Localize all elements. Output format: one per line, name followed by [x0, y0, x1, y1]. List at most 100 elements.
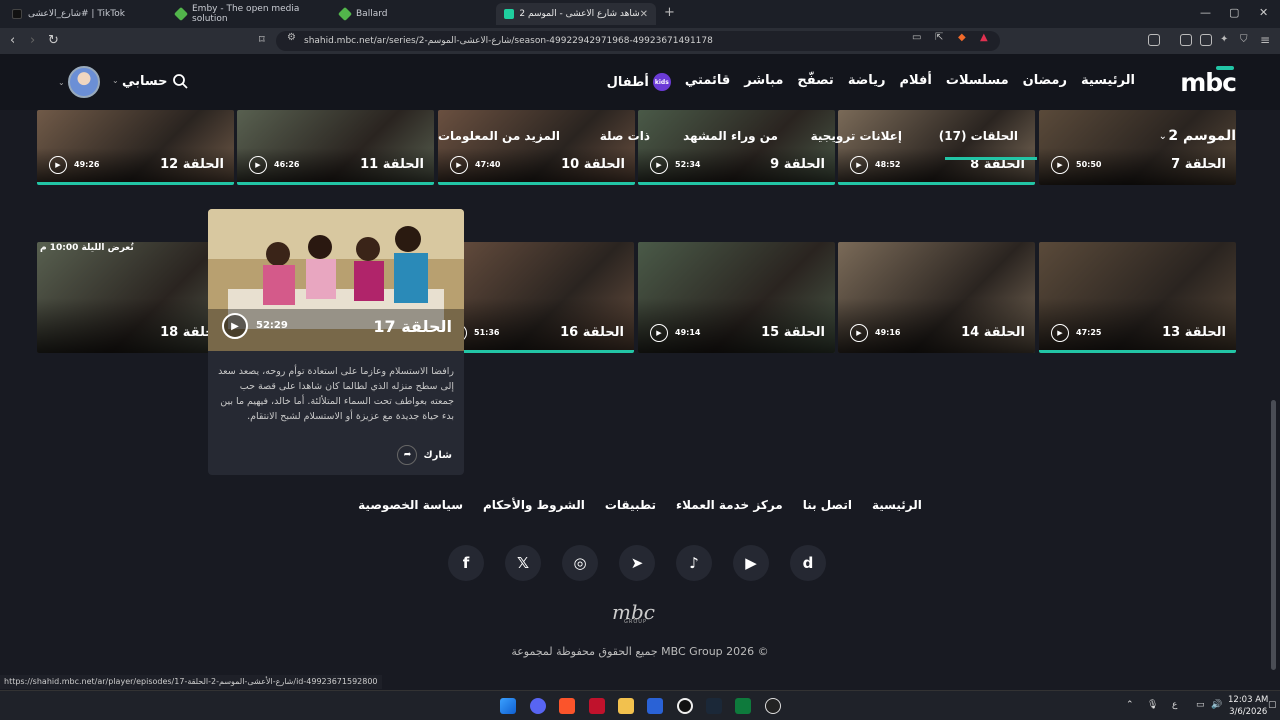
- cast-icon[interactable]: ▭: [912, 32, 921, 43]
- youtube-icon[interactable]: ▶: [733, 545, 769, 581]
- telegram-icon[interactable]: ➤: [619, 545, 655, 581]
- bookmark-icon[interactable]: ⌑: [259, 33, 265, 46]
- play-icon[interactable]: ▶: [850, 156, 868, 174]
- nav-ramadan[interactable]: رمضان: [1023, 73, 1067, 91]
- new-tab-button[interactable]: +: [664, 5, 675, 20]
- steam-icon[interactable]: [706, 698, 722, 714]
- footer-link-terms[interactable]: الشروط والأحكام: [483, 498, 585, 512]
- network-icon[interactable]: ▭: [1196, 700, 1205, 710]
- footer-link-privacy[interactable]: سياسة الخصوصية: [358, 498, 463, 512]
- extension-icon[interactable]: [1148, 34, 1160, 46]
- chevron-down-icon[interactable]: ⌄: [112, 76, 119, 85]
- episode-card[interactable]: الحلقة 12 ▶ 49:26: [37, 110, 234, 185]
- obs-icon[interactable]: [677, 698, 693, 714]
- footer-link-apps[interactable]: تطبيقات: [605, 498, 656, 512]
- facebook-icon[interactable]: f: [448, 545, 484, 581]
- windows-start-icon[interactable]: [500, 698, 516, 714]
- episode-card[interactable]: الحلقة 13 ▶ 47:25: [1039, 242, 1236, 353]
- nav-live[interactable]: مباشر: [744, 73, 783, 91]
- episode-card[interactable]: الحلقة 14 ▶ 49:16: [838, 242, 1035, 353]
- site-info-icon[interactable]: ⚙: [287, 32, 296, 43]
- tray-overflow-icon[interactable]: ⌃: [1126, 700, 1134, 710]
- volume-icon[interactable]: 🔊: [1211, 700, 1222, 710]
- dailymotion-icon[interactable]: d: [790, 545, 826, 581]
- acrobat-icon[interactable]: [589, 698, 605, 714]
- brave-shield-icon[interactable]: ◆: [958, 32, 966, 43]
- tiktok-favicon-icon: [12, 9, 22, 19]
- browser-tab-shahid[interactable]: شاهد شارع الأعشى - الموسم 2 | C ✕: [496, 3, 656, 25]
- close-tab-icon[interactable]: ✕: [640, 9, 648, 20]
- page-scrollbar[interactable]: [1271, 400, 1276, 670]
- avatar[interactable]: [68, 66, 100, 98]
- play-icon[interactable]: ▶: [1051, 324, 1069, 342]
- browser-tab-emby[interactable]: Emby - The open media solution: [168, 3, 328, 25]
- mbc-group-sub: GROUP: [624, 619, 647, 625]
- play-icon[interactable]: ▶: [850, 324, 868, 342]
- episode-card[interactable]: الحلقة 18: [37, 242, 234, 353]
- rewards-icon[interactable]: ▲: [980, 32, 988, 43]
- nav-kids[interactable]: kids أطفال: [607, 73, 671, 91]
- forward-icon[interactable]: ›: [30, 33, 35, 48]
- share-page-icon[interactable]: ⇱: [935, 32, 943, 43]
- episode-title: الحلقة 13: [1162, 325, 1226, 340]
- nav-my-list[interactable]: قائمتي: [685, 73, 730, 91]
- nav-home[interactable]: الرئيسية: [1081, 73, 1135, 91]
- footer-link-contact[interactable]: اتصل بنا: [803, 498, 852, 512]
- play-icon[interactable]: ▶: [650, 156, 668, 174]
- vpn-icon[interactable]: ⛉: [1240, 34, 1248, 45]
- tab-behind-scenes[interactable]: من وراء المشهد: [683, 129, 778, 143]
- tab-episodes[interactable]: الحلقات (17): [939, 129, 1018, 143]
- episode-title: الحلقة 16: [560, 325, 624, 340]
- back-icon[interactable]: ‹: [10, 33, 15, 48]
- play-icon[interactable]: ▶: [249, 156, 267, 174]
- play-icon[interactable]: ▶: [450, 156, 468, 174]
- episode-card[interactable]: الحلقة 11 ▶ 46:26: [237, 110, 434, 185]
- notifications-icon[interactable]: ▢: [1268, 700, 1277, 710]
- episode-preview-card[interactable]: الحلقة 17 ▶ 52:29 رافضا الاستسلام وعازما…: [208, 209, 464, 475]
- play-icon[interactable]: ▶: [650, 324, 668, 342]
- nav-sports[interactable]: رياضة: [848, 73, 886, 91]
- menu-icon[interactable]: ≡: [1260, 33, 1270, 47]
- chevron-down-icon[interactable]: ⌄: [58, 78, 65, 87]
- vpn-app-icon[interactable]: [647, 698, 663, 714]
- search-icon[interactable]: [172, 73, 188, 89]
- play-icon[interactable]: ▶: [1051, 156, 1069, 174]
- logo-text: mbc: [1180, 68, 1237, 97]
- chatgpt-icon[interactable]: [765, 698, 781, 714]
- footer-link-home[interactable]: الرئيسية: [872, 498, 922, 512]
- nav-series[interactable]: مسلسلات: [946, 73, 1009, 91]
- play-icon[interactable]: ▶: [49, 156, 67, 174]
- nav-movies[interactable]: أفلام: [900, 73, 932, 91]
- share-button[interactable]: شارك ➦: [397, 445, 452, 465]
- mbc-logo[interactable]: mbc: [1180, 66, 1237, 97]
- sidebar-icon[interactable]: [1180, 34, 1192, 46]
- maximize-icon[interactable]: ▢: [1229, 6, 1239, 19]
- excel-icon[interactable]: [735, 698, 751, 714]
- instagram-icon[interactable]: ◎: [562, 545, 598, 581]
- play-icon[interactable]: ▶: [222, 313, 248, 339]
- account-menu[interactable]: حسابي: [122, 74, 168, 89]
- nav-browse[interactable]: تصفّح: [797, 73, 833, 91]
- wallet-icon[interactable]: [1200, 34, 1212, 46]
- tab-related[interactable]: ذات صلة: [600, 129, 650, 143]
- discord-icon[interactable]: [530, 698, 546, 714]
- brave-browser-icon[interactable]: [559, 698, 575, 714]
- input-language[interactable]: ع: [1172, 700, 1177, 710]
- browser-tab-tiktok[interactable]: TikTok | #شارع_الاعشى: [4, 3, 164, 25]
- tab-promos[interactable]: إعلانات ترويجية: [811, 129, 902, 143]
- reload-icon[interactable]: ↻: [48, 33, 59, 48]
- tab-more-info[interactable]: المزيد من المعلومات: [438, 129, 560, 143]
- browser-tab-ballard[interactable]: Ballard: [332, 3, 492, 25]
- minimize-icon[interactable]: —: [1200, 6, 1211, 19]
- microphone-icon[interactable]: 🎙: [1147, 700, 1158, 710]
- footer-link-support[interactable]: مركز خدمة العملاء: [676, 498, 783, 512]
- x-icon[interactable]: 𝕏: [505, 545, 541, 581]
- close-window-icon[interactable]: ✕: [1259, 6, 1268, 19]
- tiktok-icon[interactable]: ♪: [676, 545, 712, 581]
- leo-ai-icon[interactable]: ✦: [1220, 34, 1228, 45]
- url-field[interactable]: shahid.mbc.net/ar/series/شارع-الأعشى-الم…: [276, 31, 1000, 51]
- episode-card[interactable]: الحلقة 16▶51:36: [437, 242, 634, 353]
- episode-card[interactable]: الحلقة 15 ▶ 49:14: [638, 242, 835, 353]
- file-explorer-icon[interactable]: [618, 698, 634, 714]
- system-clock[interactable]: 12:03 AM 3/6/2026: [1228, 694, 1268, 718]
